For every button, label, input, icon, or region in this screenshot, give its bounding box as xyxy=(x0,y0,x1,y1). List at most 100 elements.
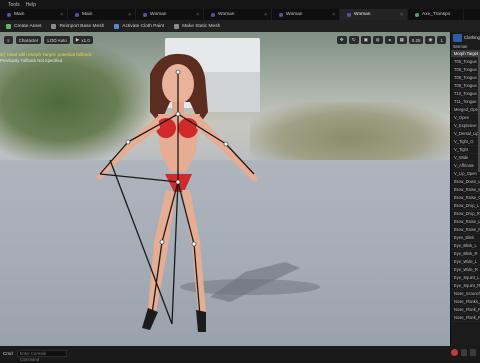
tab-woman-active[interactable]: Woman × xyxy=(340,9,408,20)
rotate-icon[interactable]: ↻ xyxy=(348,36,359,44)
list-item[interactable]: Morph Target xyxy=(451,50,480,58)
viewport[interactable]: ≡ Character LOD Auto ▶ x1.0 ✥ ↻ ▣ ◍ ⌗ ▦ 0… xyxy=(0,32,450,346)
tab-main-2[interactable]: Main × xyxy=(68,9,136,20)
list-item[interactable]: Brow_Drop_R xyxy=(451,210,480,218)
menu-icon: ≡ xyxy=(7,37,10,43)
list-item[interactable]: V_Wide xyxy=(451,154,480,162)
asset-icon xyxy=(279,12,283,17)
fov-field[interactable]: 0.25 xyxy=(408,36,424,44)
list-item[interactable]: T08_Tongue xyxy=(451,74,480,82)
close-icon[interactable]: × xyxy=(400,12,403,18)
lod-button[interactable]: LOD Auto xyxy=(44,36,70,44)
tab-axe-transpo[interactable]: Axe_Transpo xyxy=(408,9,464,20)
list-item[interactable]: Brow_Raise_R xyxy=(451,226,480,234)
right-forearm-bone xyxy=(225,143,255,175)
tab-main-1[interactable]: Main × xyxy=(0,9,68,20)
menu-item-tools[interactable]: Tools xyxy=(8,2,20,8)
list-item[interactable]: V_Lip_Open xyxy=(451,170,480,178)
record-icon[interactable] xyxy=(451,349,458,356)
viewport-right-tools: ✥ ↻ ▣ ◍ ⌗ ▦ 0.25 ◉ 1 xyxy=(336,36,446,44)
pause-icon[interactable] xyxy=(461,349,467,356)
list-item[interactable]: V_Dental_Lip xyxy=(451,130,480,138)
list-item[interactable]: Nose_Scrunch xyxy=(451,290,480,298)
create-asset-button[interactable]: Create Asset xyxy=(6,23,41,29)
mesh-selector[interactable]: Woman xyxy=(451,43,480,50)
tab-woman-3[interactable]: Woman × xyxy=(272,9,340,20)
close-icon[interactable]: × xyxy=(332,12,335,18)
list-item[interactable]: Nose_Flanks_Raise xyxy=(451,298,480,306)
list-item[interactable]: Eye_Blink_L xyxy=(451,242,480,250)
tab-label: Woman xyxy=(286,12,303,17)
list-item[interactable]: Brow_Raise_L xyxy=(451,218,480,226)
character-label: Character xyxy=(18,37,39,43)
list-item[interactable]: T10_Tongue xyxy=(451,90,480,98)
make-static-mesh-button[interactable]: Make Static Mesh xyxy=(174,23,221,29)
activate-cloth-paint-button[interactable]: Activate Cloth Paint xyxy=(114,23,164,29)
close-icon[interactable]: × xyxy=(60,12,63,18)
list-item[interactable]: Brow_Raise_Outer xyxy=(451,194,480,202)
panel-icon[interactable] xyxy=(453,33,462,42)
list-item[interactable]: T09_Tongue xyxy=(451,82,480,90)
left-arm xyxy=(96,116,160,180)
list-item[interactable]: Merged_Open xyxy=(451,106,480,114)
list-item[interactable]: T11_Tongue xyxy=(451,98,480,106)
list-item[interactable]: Brow_Down_Left xyxy=(451,178,480,186)
list-item[interactable]: V_Open xyxy=(451,114,480,122)
right-arm xyxy=(196,116,258,182)
tab-label: Woman xyxy=(354,12,371,17)
list-item[interactable]: V_Tight_O xyxy=(451,138,480,146)
cmd-label[interactable]: Cmd xyxy=(3,351,13,356)
tab-woman-2[interactable]: Woman × xyxy=(204,9,272,20)
list-item[interactable]: Nose_Flank_Raise_R xyxy=(451,314,480,322)
reimport-base-mesh-button[interactable]: Reimport Base Mesh xyxy=(51,23,105,29)
list-item[interactable]: Eye_Squint_L xyxy=(451,274,480,282)
close-icon[interactable]: × xyxy=(196,12,199,18)
camera-icon[interactable]: ◉ xyxy=(425,36,436,44)
list-item[interactable]: V_Explosive xyxy=(451,122,480,130)
tab-woman-1[interactable]: Woman × xyxy=(136,9,204,20)
scale-icon[interactable]: ▣ xyxy=(360,36,371,44)
tab-label: Woman xyxy=(150,12,167,17)
world-icon[interactable]: ◍ xyxy=(372,36,383,44)
list-item[interactable]: Eye_Wide_R xyxy=(451,266,480,274)
viewport-options-button[interactable]: ≡ xyxy=(4,36,13,44)
move-icon[interactable]: ✥ xyxy=(336,36,347,44)
panel-title: Clothing xyxy=(463,35,480,40)
joint-right-knee xyxy=(191,241,197,247)
list-item[interactable]: V_Affricate xyxy=(451,162,480,170)
list-item[interactable]: Eyes_Blink xyxy=(451,234,480,242)
plus-icon xyxy=(6,23,11,29)
snap-icon[interactable]: ⌗ xyxy=(384,36,395,44)
panel-header: Clothing xyxy=(451,32,480,43)
step-icon[interactable] xyxy=(470,349,476,356)
list-item[interactable]: Eye_Squint_R xyxy=(451,282,480,290)
list-item[interactable]: T05_Tongue xyxy=(451,58,480,66)
asset-icon xyxy=(211,12,215,17)
lod-label: LOD Auto xyxy=(47,37,67,43)
list-item[interactable]: Brow_Drop_L xyxy=(451,202,480,210)
clothing-panel: Clothing Woman Morph Target T05_Tongue T… xyxy=(450,32,480,346)
list-item[interactable]: Eye_Wide_L xyxy=(451,258,480,266)
list-item[interactable]: Eye_Blink_R xyxy=(451,250,480,258)
close-icon[interactable]: × xyxy=(128,12,131,18)
grid-icon[interactable]: ▦ xyxy=(396,36,407,44)
close-icon[interactable]: × xyxy=(264,12,267,18)
list-item[interactable]: Nose_Flank_Raise_L xyxy=(451,306,480,314)
left-leg xyxy=(148,190,176,312)
list-item[interactable]: T06_Tongue xyxy=(451,66,480,74)
play-controls xyxy=(451,349,476,356)
list-item[interactable]: Brow_Raise_Inner xyxy=(451,186,480,194)
viewport-left-tools: ≡ Character LOD Auto ▶ x1.0 xyxy=(4,36,93,44)
reimport-icon xyxy=(51,23,57,29)
asset-icon xyxy=(143,12,147,17)
console-input[interactable]: Enter Console Command xyxy=(16,349,67,362)
reimport-label: Reimport Base Mesh xyxy=(59,23,105,29)
character-button[interactable]: Character xyxy=(15,36,42,44)
static-mesh-label: Make Static Mesh xyxy=(182,23,221,29)
play-speed-label: x1.0 xyxy=(81,37,90,43)
menu-item-help[interactable]: Help xyxy=(26,2,36,8)
list-item[interactable]: V_Tight xyxy=(451,146,480,154)
tab-label: Main xyxy=(82,12,93,17)
play-speed-button[interactable]: ▶ x1.0 xyxy=(72,36,93,44)
grid-size-field[interactable]: 1 xyxy=(437,36,446,44)
